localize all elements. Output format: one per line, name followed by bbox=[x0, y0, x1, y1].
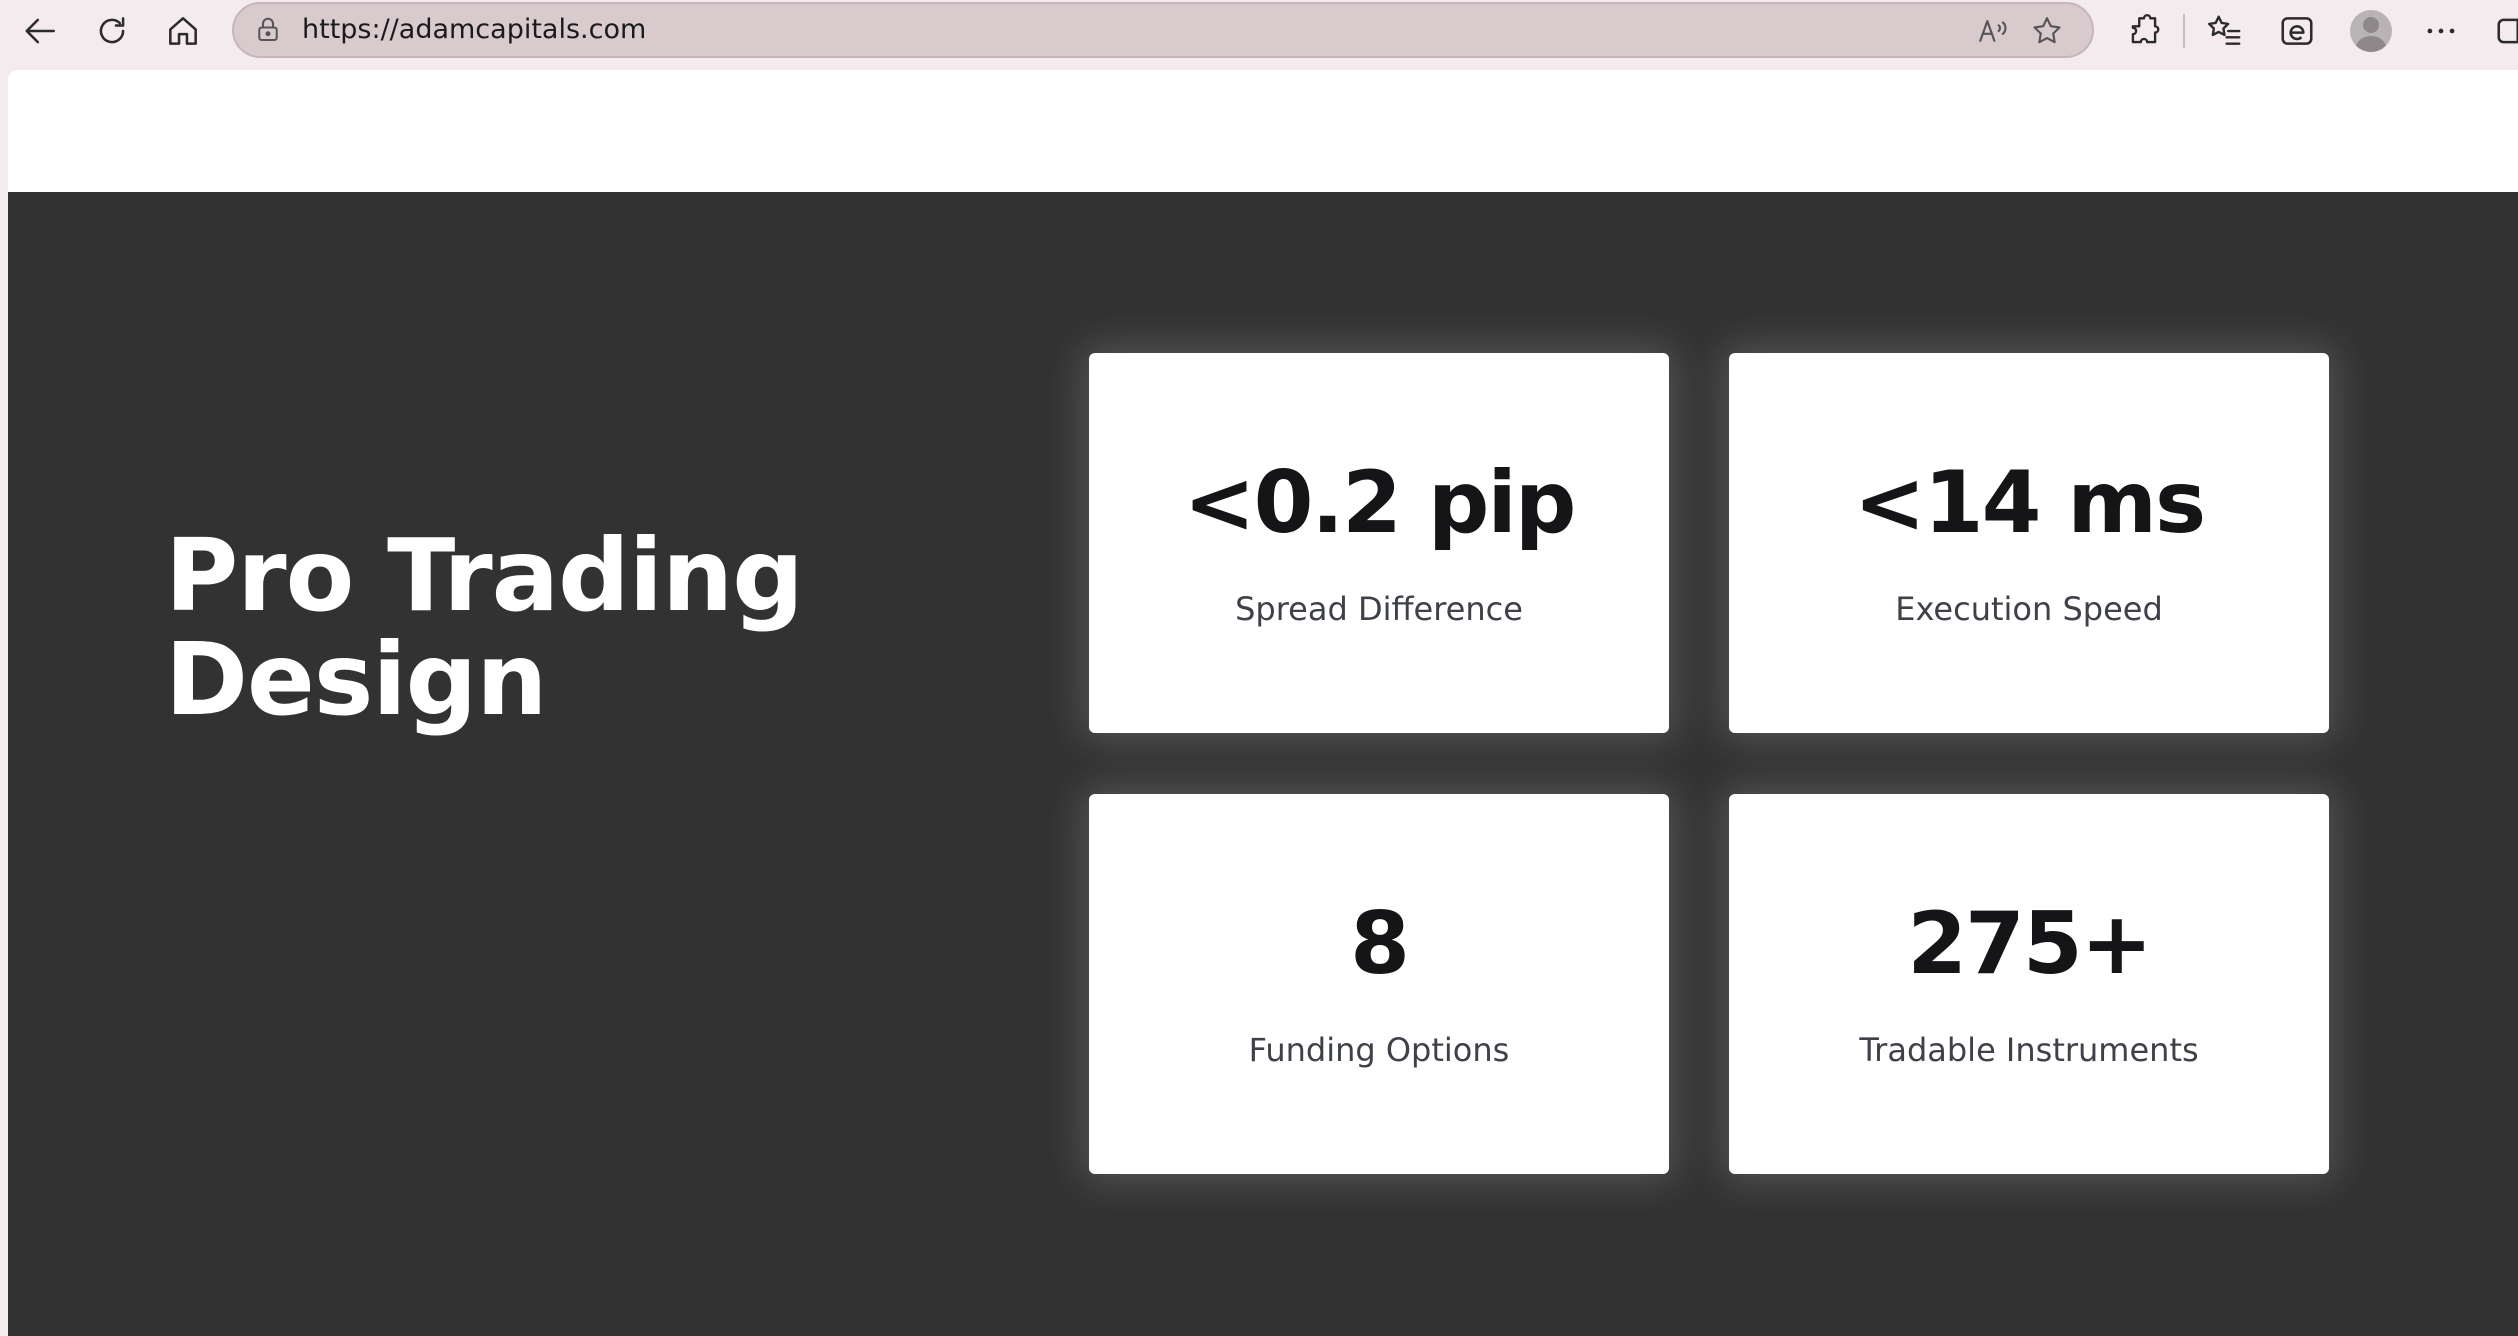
more-dots-icon[interactable] bbox=[2416, 6, 2466, 56]
lock-icon[interactable] bbox=[250, 12, 286, 48]
stat-value: <14 ms bbox=[1853, 453, 2206, 553]
stat-card-execution: <14 ms Execution Speed bbox=[1729, 353, 2329, 733]
star-icon[interactable] bbox=[2026, 10, 2068, 52]
page-viewport: Pro Trading Design <0.2 pip Spread Diffe… bbox=[8, 70, 2518, 1336]
stat-card-funding: 8 Funding Options bbox=[1089, 794, 1669, 1174]
toolbar-divider bbox=[2183, 14, 2185, 48]
read-aloud-icon[interactable] bbox=[1972, 10, 2014, 52]
refresh-icon[interactable] bbox=[87, 6, 137, 56]
hero-title-line-1: Pro Trading bbox=[165, 517, 804, 634]
browser-toolbar: https://adamcapitals.com bbox=[0, 0, 2518, 62]
profile-avatar-icon[interactable] bbox=[2346, 6, 2396, 56]
ie-mode-icon[interactable] bbox=[2272, 6, 2322, 56]
stat-value: <0.2 pip bbox=[1183, 453, 1577, 553]
url-text[interactable]: https://adamcapitals.com bbox=[302, 4, 646, 56]
stat-value: 8 bbox=[1350, 894, 1410, 994]
hero-title-line-2: Design bbox=[165, 621, 547, 738]
stat-label: Spread Difference bbox=[1235, 590, 1523, 628]
stat-label: Execution Speed bbox=[1895, 590, 2163, 628]
stat-label: Tradable Instruments bbox=[1859, 1031, 2199, 1069]
stat-label: Funding Options bbox=[1248, 1031, 1510, 1069]
site-header bbox=[8, 70, 2518, 192]
back-arrow-icon[interactable] bbox=[16, 6, 66, 56]
favorites-list-icon[interactable] bbox=[2200, 6, 2250, 56]
stat-card-spread: <0.2 pip Spread Difference bbox=[1089, 353, 1669, 733]
sidebar-icon[interactable] bbox=[2488, 6, 2518, 56]
puzzle-icon[interactable] bbox=[2119, 6, 2169, 56]
avatar bbox=[2350, 10, 2392, 52]
stat-value: 275+ bbox=[1907, 894, 2153, 994]
address-bar[interactable]: https://adamcapitals.com bbox=[232, 2, 2094, 58]
home-icon[interactable] bbox=[158, 6, 208, 56]
stat-card-instruments: 275+ Tradable Instruments bbox=[1729, 794, 2329, 1174]
hero-title: Pro Trading Design bbox=[165, 524, 865, 732]
